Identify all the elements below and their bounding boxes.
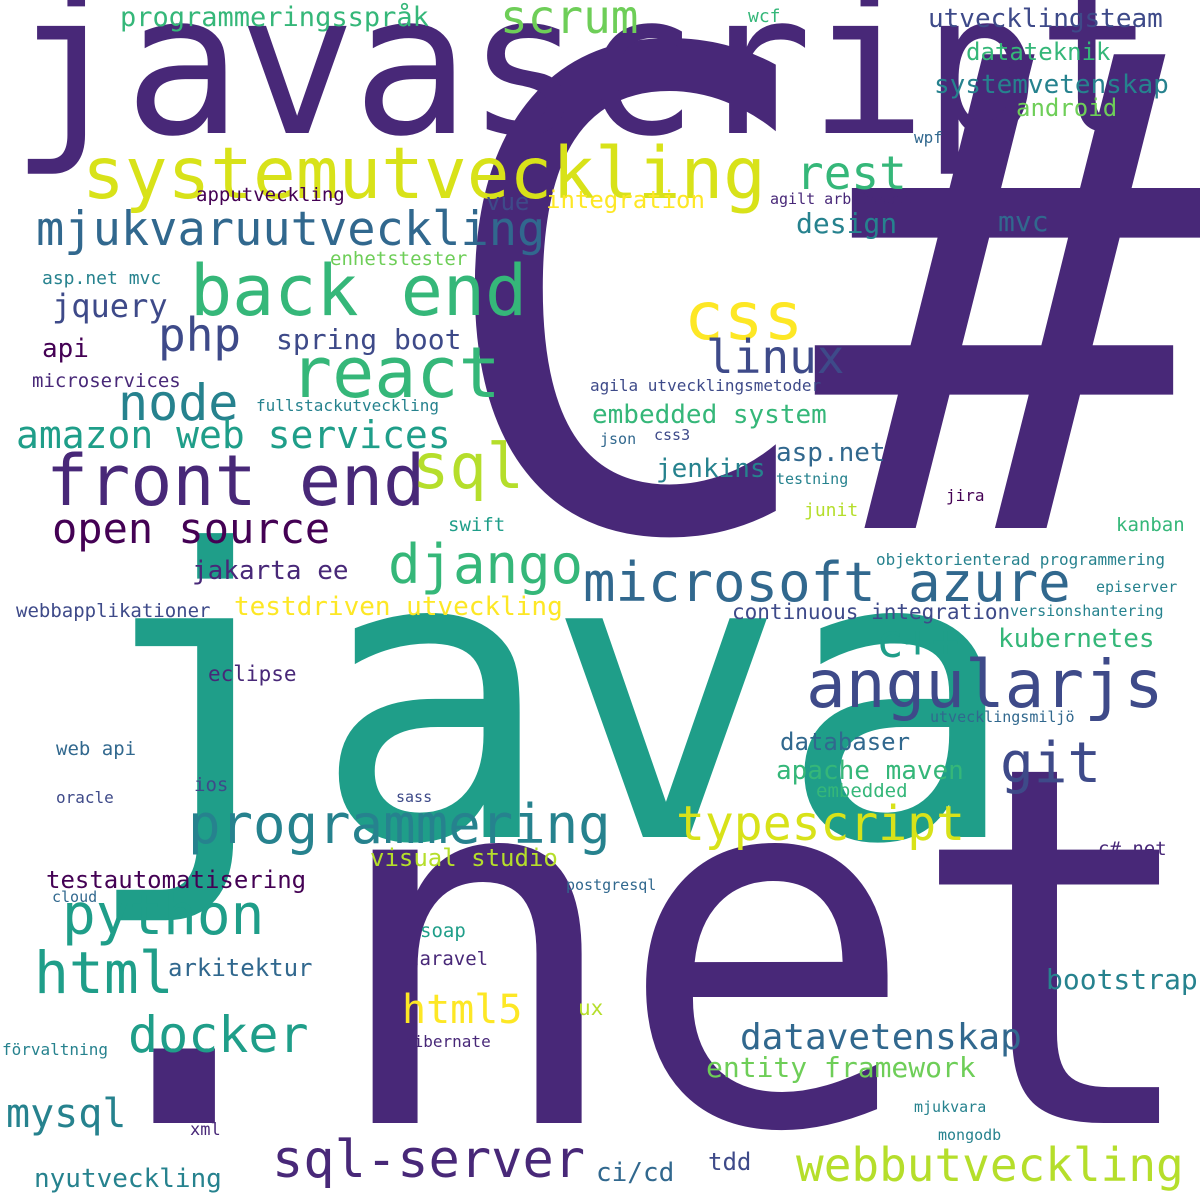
word-ux: ux bbox=[578, 996, 604, 1020]
word-wcf: wcf bbox=[748, 6, 781, 27]
word-oracle: oracle bbox=[56, 788, 114, 807]
word-django: django bbox=[388, 533, 584, 596]
word-design: design bbox=[796, 207, 898, 240]
word-php: php bbox=[158, 308, 242, 362]
word-mjukvaruutveckling: mjukvaruutveckling bbox=[36, 202, 546, 257]
word-mvc: mvc bbox=[998, 205, 1049, 238]
word-apputveckling: apputveckling bbox=[196, 184, 345, 206]
word-postgresql: postgresql bbox=[566, 876, 657, 894]
word-aspnet-mvc: asp.net mvc bbox=[42, 268, 162, 289]
word-tdd: tdd bbox=[708, 1148, 752, 1176]
word-utvecklingsmiljo: utvecklingsmiljö bbox=[930, 708, 1075, 726]
word-cloud: cloud bbox=[52, 888, 98, 906]
word-jenkins: jenkins bbox=[656, 454, 766, 484]
word-docker: docker bbox=[128, 1006, 309, 1064]
word-testning: testning bbox=[776, 470, 849, 488]
word-json: json bbox=[600, 430, 637, 448]
word-bootstrap: bootstrap bbox=[1046, 963, 1198, 996]
word-webbutveckling: webbutveckling bbox=[796, 1138, 1184, 1192]
word-embedded: embedded bbox=[816, 780, 908, 802]
word-ios: ios bbox=[194, 774, 229, 796]
word-versionshantering: versionshantering bbox=[1010, 602, 1164, 620]
word-android: android bbox=[1016, 94, 1118, 122]
word-webbapplikationer: webbapplikationer bbox=[16, 600, 211, 622]
word-swift: swift bbox=[448, 514, 506, 536]
word-csharp-net: c#.net bbox=[1098, 838, 1167, 860]
word-open-source: open source bbox=[52, 504, 331, 553]
word-wpf: wpf bbox=[914, 128, 943, 147]
word-sql-server: sql-server bbox=[272, 1130, 586, 1190]
word-fullstackutveckling: fullstackutveckling bbox=[256, 396, 440, 415]
word-mjukvara: mjukvara bbox=[914, 1098, 987, 1116]
word-cpp: c++ bbox=[876, 614, 960, 668]
word-datateknik: datateknik bbox=[966, 38, 1111, 66]
word-html: html bbox=[34, 939, 174, 1007]
word-linux: linux bbox=[706, 330, 845, 384]
word-programmeringssprak: programmeringsspråk bbox=[120, 2, 429, 33]
word-agila-utvecklingsmetoder: agila utvecklingsmetoder bbox=[590, 376, 822, 395]
word-continuous-integration: continuous integration bbox=[732, 600, 1011, 624]
word-jakarta-ee: jakarta ee bbox=[192, 556, 349, 586]
word-soap: soap bbox=[420, 920, 466, 942]
word-visual-studio: visual studio bbox=[370, 844, 558, 872]
word-vue: vue bbox=[486, 188, 530, 216]
word-arkitektur: arkitektur bbox=[168, 954, 313, 982]
word-jquery: jquery bbox=[52, 287, 168, 325]
word-typescript: typescript bbox=[676, 796, 965, 852]
word-nyutveckling: nyutveckling bbox=[34, 1164, 222, 1194]
word-amazon-web-services: amazon web services bbox=[16, 413, 451, 457]
word-integration: integration bbox=[546, 186, 705, 214]
word-objektorienterad-programmering: objektorienterad programmering bbox=[876, 550, 1165, 569]
word-episerver: episerver bbox=[1096, 578, 1178, 596]
word-kanban: kanban bbox=[1116, 514, 1185, 536]
word-css3: css3 bbox=[654, 426, 691, 444]
word-cloud: C# java .net javascript systemutveckling… bbox=[0, 0, 1200, 1200]
word-embedded-system: embedded system bbox=[592, 400, 827, 430]
word-entity-framework: entity framework bbox=[706, 1051, 976, 1084]
word-mysql: mysql bbox=[6, 1091, 127, 1137]
word-utvecklingsteam: utvecklingsteam bbox=[928, 4, 1163, 34]
word-api: api bbox=[42, 334, 89, 364]
word-web-api: web api bbox=[56, 738, 137, 760]
word-html5: html5 bbox=[402, 987, 523, 1033]
word-mongodb: mongodb bbox=[938, 1126, 1002, 1144]
word-eclipse: eclipse bbox=[208, 662, 297, 686]
word-sass: sass bbox=[396, 788, 433, 806]
word-spring-boot: spring boot bbox=[276, 323, 462, 356]
word-git: git bbox=[1000, 731, 1102, 796]
word-hibernate: hibernate bbox=[404, 1032, 491, 1051]
word-testdriven-utveckling: testdriven utveckling bbox=[234, 592, 563, 622]
word-laravel: laravel bbox=[408, 948, 489, 970]
word-jira: jira bbox=[946, 486, 985, 505]
word-agilt-arbetssatt: agilt arbetssätt bbox=[770, 190, 915, 208]
word-scrum: scrum bbox=[500, 0, 639, 44]
word-forvaltning: förvaltning bbox=[2, 1040, 108, 1059]
word-ci-cd: ci/cd bbox=[596, 1158, 675, 1188]
word-databaser: databaser bbox=[780, 728, 911, 756]
word-aspnet: asp.net bbox=[776, 438, 886, 468]
word-junit: junit bbox=[804, 500, 859, 521]
word-enhetstester: enhetstester bbox=[330, 248, 468, 270]
word-microservices: microservices bbox=[32, 370, 181, 392]
word-xml: xml bbox=[190, 1120, 221, 1140]
word-kubernetes: kubernetes bbox=[998, 624, 1155, 654]
